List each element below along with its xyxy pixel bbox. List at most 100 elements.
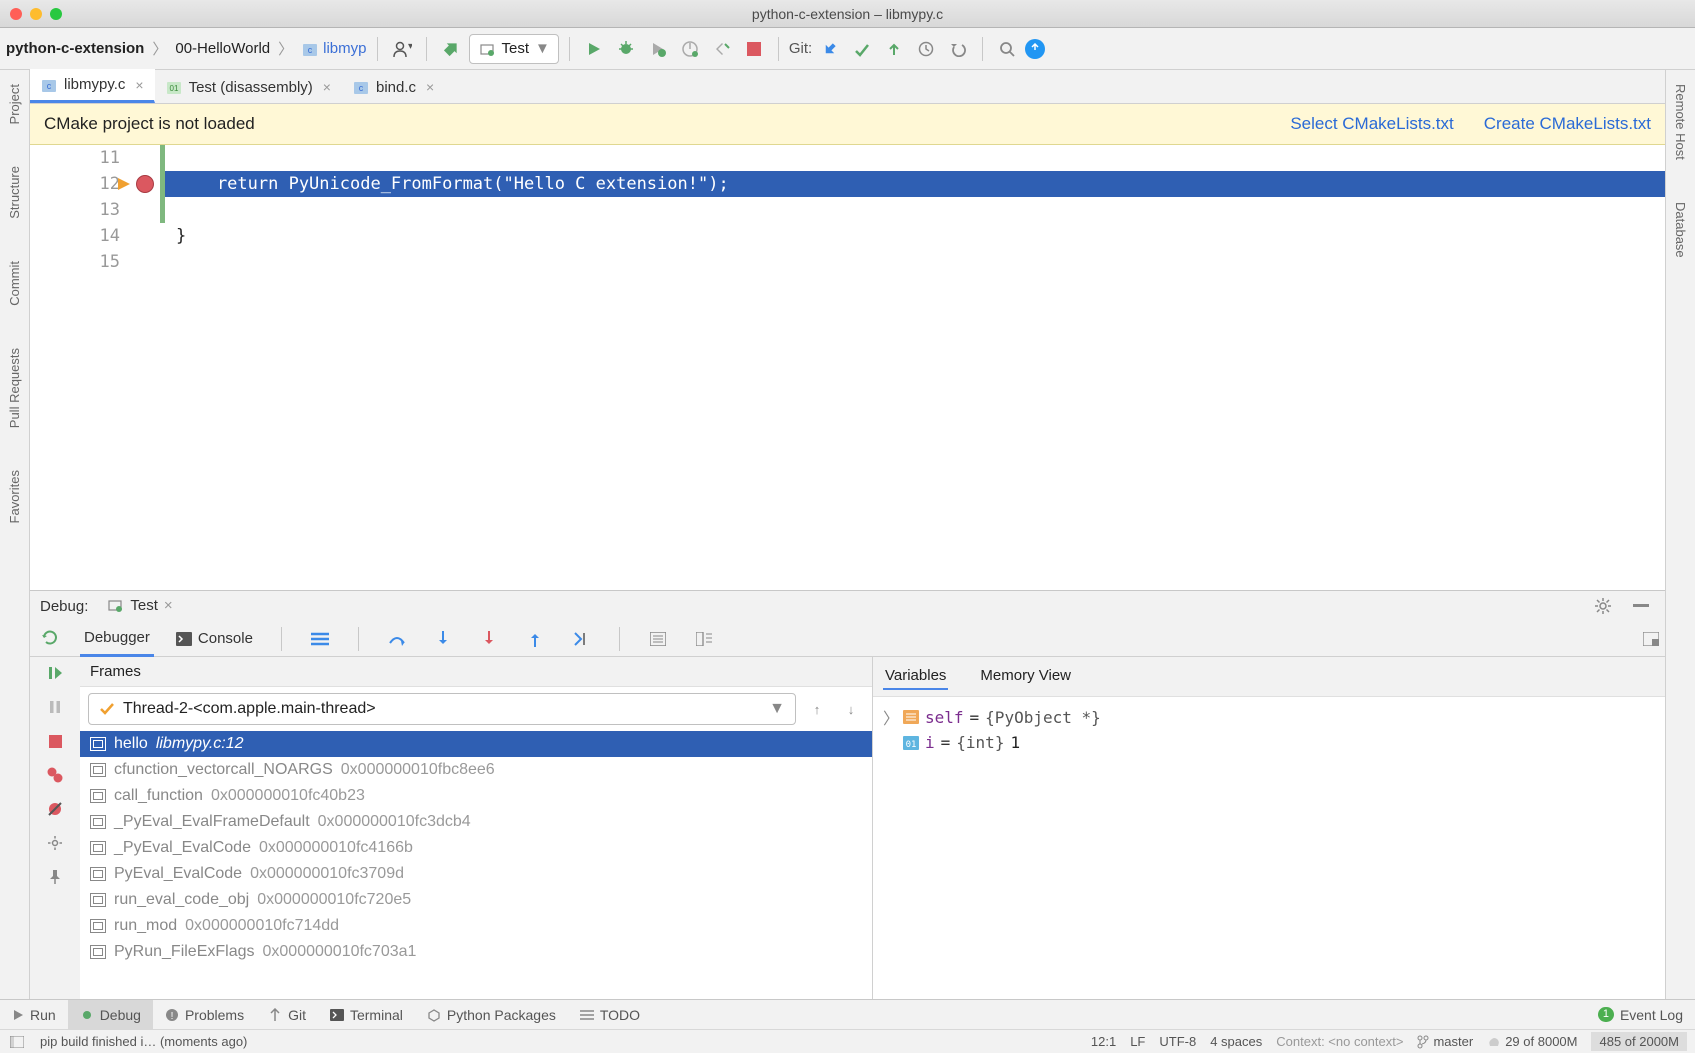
- indent-setting[interactable]: 4 spaces: [1210, 1034, 1262, 1049]
- editor-gutter[interactable]: 11 12 13 14 15: [30, 145, 160, 590]
- debug-config-tab[interactable]: Test ×: [98, 592, 180, 620]
- memory-indicator-1[interactable]: 29 of 8000M: [1487, 1034, 1577, 1049]
- commit-tool-button[interactable]: Commit: [7, 255, 22, 312]
- pin-tab-button[interactable]: [43, 865, 67, 889]
- run-to-cursor-button[interactable]: [567, 625, 595, 653]
- minimize-window-button[interactable]: [30, 8, 42, 20]
- pull-requests-tool-button[interactable]: Pull Requests: [7, 342, 22, 434]
- evaluate-expression-button[interactable]: [644, 625, 672, 653]
- event-log-tool-button[interactable]: 1Event Log: [1586, 1000, 1695, 1029]
- stack-frame[interactable]: call_function 0x000000010fc40b23: [80, 783, 872, 809]
- run-button[interactable]: [580, 35, 608, 63]
- previous-frame-button[interactable]: ↑: [804, 696, 830, 722]
- step-out-button[interactable]: [521, 625, 549, 653]
- git-history-button[interactable]: [912, 35, 940, 63]
- git-push-button[interactable]: [880, 35, 908, 63]
- code-line-highlighted[interactable]: return PyUnicode_FromFormat("Hello C ext…: [160, 171, 1665, 197]
- variable-row[interactable]: 〉 self = {PyObject *}: [883, 703, 1655, 731]
- variable-row[interactable]: 01 i = {int} 1: [883, 731, 1655, 754]
- stack-frame[interactable]: hello libmypy.c:12: [80, 731, 872, 757]
- python-packages-tool-button[interactable]: Python Packages: [415, 1000, 568, 1029]
- layout-settings-button[interactable]: [1637, 625, 1665, 653]
- code-line[interactable]: [160, 145, 1665, 171]
- rerun-button[interactable]: [38, 625, 62, 649]
- debugger-tab[interactable]: Debugger: [80, 621, 154, 657]
- close-icon[interactable]: ×: [164, 597, 173, 614]
- remote-host-tool-button[interactable]: Remote Host: [1673, 78, 1688, 166]
- debug-button[interactable]: [612, 35, 640, 63]
- git-branch[interactable]: master: [1417, 1034, 1473, 1049]
- hide-tool-window-button[interactable]: [1627, 592, 1655, 620]
- stack-frame[interactable]: PyRun_FileExFlags 0x000000010fc703a1: [80, 939, 872, 965]
- build-button[interactable]: [437, 35, 465, 63]
- thread-selector[interactable]: Thread-2-<com.apple.main-thread> ▼: [88, 693, 796, 725]
- caret-position[interactable]: 12:1: [1091, 1034, 1116, 1049]
- git-commit-button[interactable]: [848, 35, 876, 63]
- variable-list[interactable]: 〉 self = {PyObject *} 01 i = {int} 1: [873, 697, 1665, 999]
- line-number[interactable]: 15: [30, 249, 160, 275]
- debug-settings-button[interactable]: [43, 831, 67, 855]
- debug-tool-button[interactable]: Debug: [68, 1000, 153, 1029]
- line-number-breakpoint[interactable]: 12: [30, 171, 160, 197]
- next-frame-button[interactable]: ↓: [838, 696, 864, 722]
- stack-frame[interactable]: run_mod 0x000000010fc714dd: [80, 913, 872, 939]
- close-tab-icon[interactable]: ×: [323, 79, 331, 95]
- close-tab-icon[interactable]: ×: [135, 77, 143, 93]
- line-separator[interactable]: LF: [1130, 1034, 1145, 1049]
- editor-tab[interactable]: c libmypy.c ×: [30, 69, 155, 103]
- git-tool-button[interactable]: Git: [256, 1000, 318, 1029]
- force-step-into-button[interactable]: [475, 625, 503, 653]
- breadcrumb-file[interactable]: libmyp: [323, 40, 366, 57]
- code-editor[interactable]: 11 12 13 14 15 return PyUnicode_FromForm…: [30, 145, 1665, 590]
- stack-frame[interactable]: cfunction_vectorcall_NOARGS 0x000000010f…: [80, 757, 872, 783]
- line-number[interactable]: 11: [30, 145, 160, 171]
- select-cmakelists-link[interactable]: Select CMakeLists.txt: [1290, 114, 1453, 134]
- breadcrumb-folder[interactable]: 00-HelloWorld: [175, 40, 270, 57]
- resume-button[interactable]: [43, 661, 67, 685]
- structure-tool-button[interactable]: Structure: [7, 160, 22, 225]
- attach-button[interactable]: [708, 35, 736, 63]
- expand-icon[interactable]: 〉: [883, 705, 897, 729]
- frame-list[interactable]: hello libmypy.c:12cfunction_vectorcall_N…: [80, 731, 872, 999]
- zoom-window-button[interactable]: [50, 8, 62, 20]
- database-tool-button[interactable]: Database: [1673, 196, 1688, 264]
- step-into-button[interactable]: [429, 625, 457, 653]
- variables-tab[interactable]: Variables: [883, 663, 948, 690]
- code-line[interactable]: [160, 197, 1665, 223]
- code-line[interactable]: }: [160, 223, 1665, 249]
- project-tool-button[interactable]: Project: [7, 78, 22, 130]
- tool-windows-icon[interactable]: [8, 1033, 26, 1051]
- context-status[interactable]: Context: <no context>: [1276, 1034, 1403, 1049]
- add-user-icon[interactable]: ▾: [388, 35, 416, 63]
- mute-breakpoints-button[interactable]: [43, 797, 67, 821]
- stop-button[interactable]: [43, 729, 67, 753]
- todo-tool-button[interactable]: TODO: [568, 1000, 652, 1029]
- trace-button[interactable]: [690, 625, 718, 653]
- code-line[interactable]: [160, 249, 1665, 275]
- stack-frame[interactable]: _PyEval_EvalCode 0x000000010fc4166b: [80, 835, 872, 861]
- editor-tab[interactable]: c bind.c ×: [342, 71, 445, 103]
- code-area[interactable]: return PyUnicode_FromFormat("Hello C ext…: [160, 145, 1665, 590]
- close-tab-icon[interactable]: ×: [426, 79, 434, 95]
- gear-icon[interactable]: [1589, 592, 1617, 620]
- file-encoding[interactable]: UTF-8: [1159, 1034, 1196, 1049]
- git-update-button[interactable]: [816, 35, 844, 63]
- coverage-button[interactable]: [644, 35, 672, 63]
- stop-button[interactable]: [740, 35, 768, 63]
- line-number[interactable]: 14: [30, 223, 160, 249]
- stack-frame[interactable]: PyEval_EvalCode 0x000000010fc3709d: [80, 861, 872, 887]
- search-button[interactable]: [993, 35, 1021, 63]
- background-task-status[interactable]: pip build finished i… (moments ago): [40, 1034, 247, 1049]
- breadcrumb[interactable]: python-c-extension 〉 00-HelloWorld 〉 c l…: [6, 38, 367, 59]
- terminal-tool-button[interactable]: Terminal: [318, 1000, 415, 1029]
- stack-frame[interactable]: _PyEval_EvalFrameDefault 0x000000010fc3d…: [80, 809, 872, 835]
- pause-button[interactable]: [43, 695, 67, 719]
- close-window-button[interactable]: [10, 8, 22, 20]
- editor-tab[interactable]: 01 Test (disassembly) ×: [155, 71, 342, 103]
- profile-button[interactable]: [676, 35, 704, 63]
- sync-button[interactable]: [1025, 39, 1045, 59]
- git-rollback-button[interactable]: [944, 35, 972, 63]
- run-tool-button[interactable]: Run: [0, 1000, 68, 1029]
- stack-frame[interactable]: run_eval_code_obj 0x000000010fc720e5: [80, 887, 872, 913]
- line-number[interactable]: 13: [30, 197, 160, 223]
